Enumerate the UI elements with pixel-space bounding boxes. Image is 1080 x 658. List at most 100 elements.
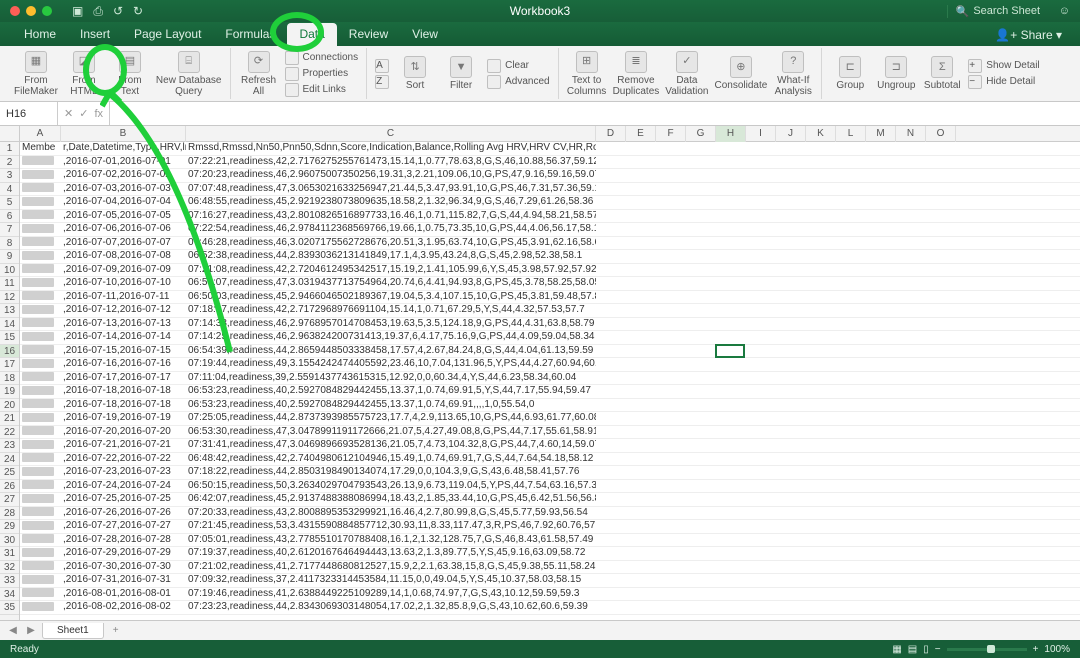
maximize-window[interactable] (42, 6, 52, 16)
cell[interactable]: Membe (20, 142, 61, 155)
view-break-icon[interactable]: ▯ (923, 644, 929, 655)
cell[interactable] (20, 588, 61, 601)
clear-filter[interactable]: Clear (487, 59, 549, 73)
sheet-nav-prev[interactable]: ◀ (6, 625, 20, 636)
cell[interactable] (20, 196, 61, 209)
cell[interactable]: ,2016-07-06,2016-07-06 (61, 223, 186, 236)
fx-label[interactable]: fx (94, 108, 103, 120)
cell[interactable] (20, 412, 61, 425)
col-G[interactable]: G (686, 126, 716, 142)
cell[interactable] (20, 345, 61, 358)
row-header-30[interactable]: 30 (0, 534, 19, 548)
feedback-icon[interactable]: ☺ (1059, 5, 1070, 17)
table-row[interactable]: ,2016-07-07,2016-07-0707:46:28,readiness… (20, 237, 1080, 251)
table-row[interactable]: ,2016-07-12,2016-07-1207:18:07,readiness… (20, 304, 1080, 318)
cell[interactable]: ,2016-07-12,2016-07-12 (61, 304, 186, 317)
cell[interactable]: ,2016-07-07,2016-07-07 (61, 237, 186, 250)
table-row[interactable]: ,2016-07-06,2016-07-0607:22:54,readiness… (20, 223, 1080, 237)
row-header-2[interactable]: 2 (0, 156, 19, 170)
cell[interactable] (20, 318, 61, 331)
consolidate[interactable]: ⊕Consolidate (714, 56, 767, 91)
cell[interactable]: 07:22:54,readiness,46,2.9784112368569766… (186, 223, 596, 236)
cell[interactable] (20, 183, 61, 196)
cell[interactable]: 06:53:30,readiness,47,3.0478991191172666… (186, 426, 596, 439)
sheet-tab-1[interactable]: Sheet1 (42, 623, 104, 639)
share-button[interactable]: 👤+ Share ▾ (985, 24, 1072, 46)
col-H[interactable]: H (716, 126, 746, 142)
cell[interactable]: 07:31:41,readiness,47,3.0469896693528136… (186, 439, 596, 452)
table-row[interactable]: ,2016-07-22,2016-07-2206:48:42,readiness… (20, 453, 1080, 467)
table-row[interactable]: ,2016-07-13,2016-07-1307:14:33,readiness… (20, 318, 1080, 332)
cell[interactable] (20, 264, 61, 277)
subtotal-button[interactable]: ΣSubtotal (922, 56, 962, 91)
cell[interactable]: ,2016-08-02,2016-08-02 (61, 601, 186, 614)
connections-button[interactable]: Connections (285, 51, 359, 65)
cell[interactable]: 07:21:45,readiness,53,3.4315590884857712… (186, 520, 596, 533)
cell[interactable]: ,2016-07-16,2016-07-16 (61, 358, 186, 371)
cell[interactable]: ,2016-07-11,2016-07-11 (61, 291, 186, 304)
table-row[interactable]: ,2016-07-16,2016-07-1607:19:44,readiness… (20, 358, 1080, 372)
col-F[interactable]: F (656, 126, 686, 142)
cell[interactable]: Rmssd,Rmssd,Nn50,Pnn50,Sdnn,Score,Indica… (186, 142, 596, 155)
what-if-analysis[interactable]: ?What-If Analysis (773, 51, 813, 97)
tab-view[interactable]: View (400, 23, 450, 46)
cell[interactable]: 06:53:23,readiness,40,2.5927084829442455… (186, 385, 596, 398)
cell[interactable]: 06:42:07,readiness,45,2.9137488388086994… (186, 493, 596, 506)
cell[interactable] (20, 372, 61, 385)
cell[interactable]: 07:07:48,readiness,47,3.0653021633256947… (186, 183, 596, 196)
col-N[interactable]: N (896, 126, 926, 142)
row-header-34[interactable]: 34 (0, 588, 19, 602)
sort-az[interactable]: A (375, 59, 389, 73)
cell[interactable]: 07:20:23,readiness,46,2.96075007350256,1… (186, 169, 596, 182)
new-database-query[interactable]: ⌸New Database Query (156, 51, 222, 97)
cell[interactable]: 07:19:46,readiness,41,2.6388449225109289… (186, 588, 596, 601)
table-row[interactable]: ,2016-08-02,2016-08-0207:23:23,readiness… (20, 601, 1080, 615)
cell[interactable] (20, 561, 61, 574)
cell[interactable]: 06:48:55,readiness,45,2.9219238073809635… (186, 196, 596, 209)
table-row[interactable]: ,2016-07-04,2016-07-0406:48:55,readiness… (20, 196, 1080, 210)
table-row[interactable]: ,2016-07-25,2016-07-2506:42:07,readiness… (20, 493, 1080, 507)
sort-button[interactable]: ⇅Sort (395, 56, 435, 91)
row-header-10[interactable]: 10 (0, 264, 19, 278)
table-row[interactable]: ,2016-07-31,2016-07-3107:09:32,readiness… (20, 574, 1080, 588)
cell[interactable] (20, 156, 61, 169)
cell[interactable]: 06:53:23,readiness,40,2.5927084829442455… (186, 399, 596, 412)
cell[interactable] (20, 169, 61, 182)
filter-button[interactable]: ▼Filter (441, 56, 481, 91)
cell[interactable]: 07:19:44,readiness,49,3.1554242474405592… (186, 358, 596, 371)
table-row[interactable]: ,2016-07-18,2016-07-1806:53:23,readiness… (20, 399, 1080, 413)
redo-icon[interactable]: ↻ (133, 4, 143, 18)
row-header-23[interactable]: 23 (0, 439, 19, 453)
col-A[interactable]: A (20, 126, 61, 142)
row-header-6[interactable]: 6 (0, 210, 19, 224)
minimize-window[interactable] (26, 6, 36, 16)
table-row[interactable]: ,2016-07-03,2016-07-0307:07:48,readiness… (20, 183, 1080, 197)
tab-formulas[interactable]: Formulas (213, 23, 287, 46)
cell[interactable]: ,2016-07-17,2016-07-17 (61, 372, 186, 385)
row-header-16[interactable]: 16 (0, 345, 19, 359)
cell[interactable]: 07:19:37,readiness,40,2.6120167646494443… (186, 547, 596, 560)
cell[interactable] (20, 358, 61, 371)
cell[interactable] (20, 223, 61, 236)
cell[interactable]: ,2016-07-09,2016-07-09 (61, 264, 186, 277)
cell[interactable]: 07:46:28,readiness,46,3.0207175562728676… (186, 237, 596, 250)
cell[interactable]: r,Date,Datetime,Type,HRV,ln (61, 142, 186, 155)
cell[interactable] (20, 507, 61, 520)
cell[interactable]: 07:25:05,readiness,44,2.8737393985575723… (186, 412, 596, 425)
col-E[interactable]: E (626, 126, 656, 142)
table-row[interactable]: ,2016-07-14,2016-07-1407:14:25,readiness… (20, 331, 1080, 345)
cell[interactable]: 07:20:33,readiness,43,2.8008895353299921… (186, 507, 596, 520)
table-row[interactable]: ,2016-07-20,2016-07-2006:53:30,readiness… (20, 426, 1080, 440)
cell[interactable] (20, 534, 61, 547)
row-header-21[interactable]: 21 (0, 412, 19, 426)
cell[interactable] (20, 453, 61, 466)
table-row[interactable]: ,2016-07-18,2016-07-1806:53:23,readiness… (20, 385, 1080, 399)
col-M[interactable]: M (866, 126, 896, 142)
table-row[interactable]: ,2016-07-05,2016-07-0507:16:27,readiness… (20, 210, 1080, 224)
row-header-31[interactable]: 31 (0, 547, 19, 561)
cell[interactable]: ,2016-07-22,2016-07-22 (61, 453, 186, 466)
row-header-7[interactable]: 7 (0, 223, 19, 237)
cell[interactable]: 07:21:02,readiness,41,2.7177448680812527… (186, 561, 596, 574)
zoom-in[interactable]: + (1033, 644, 1039, 655)
close-window[interactable] (10, 6, 20, 16)
